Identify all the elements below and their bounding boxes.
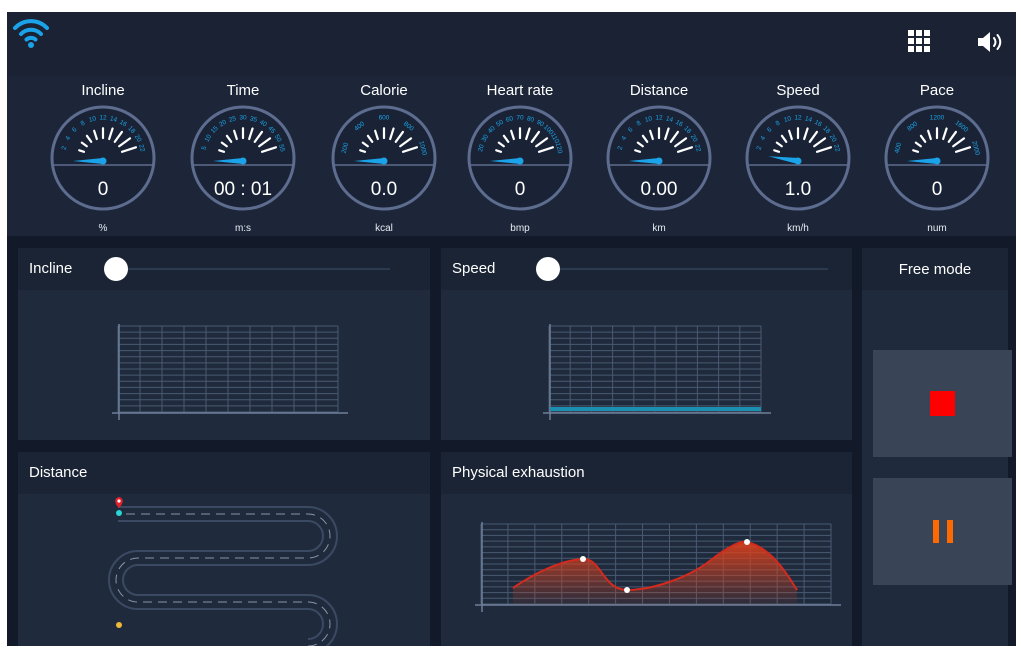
gauge-unit: km (652, 223, 666, 234)
volume-icon[interactable] (976, 31, 1004, 53)
mode-header: Free mode (862, 248, 1008, 290)
gauge-speed: Speed 2 4 6 8 10 12 14 16 18 20 22 1.0 km/h (733, 76, 863, 236)
gauge-pace: Pace 400 800 1200 1600 2000 0 num (872, 76, 1002, 236)
gauge-value: 0.0 (370, 179, 398, 200)
gauge-tick (359, 149, 367, 153)
grid-menu-icon[interactable] (907, 29, 931, 53)
speed-slider-thumb[interactable] (536, 257, 560, 281)
gauge-strip: Incline 2 4 6 8 10 12 14 16 18 20 22 0 % Time 5 10 1… (7, 76, 1016, 236)
gauge-title: Heart rate (486, 82, 554, 99)
gauge-hub (239, 157, 247, 165)
speed-panel: Speed (441, 248, 852, 440)
gauge-title: Calorie (360, 82, 408, 99)
gauge-value: 0 (931, 179, 943, 200)
gauge-scale-label: 30 (239, 115, 247, 122)
track-path (108, 506, 338, 646)
panel-title: Physical exhaustion (452, 464, 585, 481)
gauge-unit: m:s (234, 223, 252, 234)
gauge-unit: num (927, 223, 947, 234)
gauge-tick (634, 149, 642, 153)
curve-point (580, 556, 586, 562)
gauge-unit: bmp (510, 223, 530, 234)
gauge-heart-rate: Heart rate 20 30 40 50 60 70 80 90 100 110 120 0 b… (455, 76, 585, 236)
distance-panel: Distance (18, 452, 430, 646)
gauge-tick (912, 149, 920, 153)
gauge-hub (933, 157, 941, 165)
speed-level-bar (550, 407, 761, 411)
curve-point (744, 539, 750, 545)
gauge-value: 0 (97, 179, 109, 200)
curve-point (624, 587, 630, 593)
incline-panel: Incline (18, 248, 430, 440)
panel-title: Incline (29, 260, 73, 277)
stop-button[interactable] (873, 350, 1012, 457)
gauge-title: Time (226, 82, 260, 99)
gauge-value: 1.0 (784, 179, 812, 200)
gauge-scale-label: 70 (516, 115, 524, 122)
gauge-title: Distance (629, 82, 689, 99)
speed-slider-track[interactable] (546, 268, 828, 270)
distance-track (108, 497, 338, 646)
wifi-icon[interactable] (11, 14, 51, 50)
gauge-value: 0 (514, 179, 526, 200)
gauge-time: Time 5 10 15 20 25 30 35 40 45 50 55 00 : 01 m:s (178, 76, 308, 236)
exhaustion-panel: Physical exhaustion (441, 452, 852, 646)
gauge-tick (78, 149, 86, 153)
incline-slider-thumb[interactable] (104, 257, 128, 281)
panel-title: Distance (29, 464, 88, 481)
gauge-unit: km/h (787, 223, 809, 234)
treadmill-screen: Incline 2 4 6 8 10 12 14 16 18 20 22 0 % Time 5 10 1… (7, 12, 1016, 646)
track-end-dot (116, 622, 122, 628)
gauge-hub (99, 157, 107, 165)
exhaustion-area (513, 541, 797, 605)
gauge-distance: Distance 2 4 6 8 10 12 14 16 18 20 22 0.00 km (594, 76, 724, 236)
gauge-calorie: Calorie 200 400 600 800 1000 0.0 kcal (319, 76, 449, 236)
speed-chart (543, 324, 771, 420)
gauge-tick (495, 149, 503, 153)
track-inner (110, 508, 336, 646)
gauge-hub (380, 157, 388, 165)
gauge-title: Incline (81, 82, 125, 99)
gauge-hub (794, 157, 802, 165)
gauge-tick (218, 149, 226, 153)
gauge-value: 00 : 01 (213, 179, 273, 200)
incline-chart (112, 324, 348, 420)
gauge-hub (516, 157, 524, 165)
panel-header: Physical exhaustion (441, 452, 852, 494)
panel-header: Speed (441, 248, 852, 290)
gauge-title: Pace (919, 82, 955, 99)
mode-title: Free mode (898, 261, 972, 278)
gauge-scale-label: 600 (379, 115, 390, 122)
gauge-value: 0.00 (640, 179, 678, 200)
panel-header: Incline (18, 248, 430, 290)
panel-header: Distance (18, 452, 430, 494)
top-bar (7, 12, 1016, 76)
exhaustion-chart (475, 522, 841, 612)
gauge-unit: kcal (375, 223, 393, 234)
gauge-scale-label: 12 (655, 115, 663, 122)
track-start-dot (116, 510, 122, 516)
gauge-tick (773, 149, 781, 153)
pause-icon (933, 520, 953, 543)
gauge-title: Speed (776, 82, 820, 99)
panel-title: Speed (452, 260, 496, 277)
gauge-incline: Incline 2 4 6 8 10 12 14 16 18 20 22 0 % (38, 76, 168, 236)
track-lane (115, 513, 331, 646)
gauge-unit: % (98, 223, 108, 234)
gauge-scale-label: 1200 (930, 115, 945, 122)
pause-button[interactable] (873, 478, 1012, 585)
gauge-hub (655, 157, 663, 165)
gauge-scale-label: 12 (794, 115, 802, 122)
gauge-scale-label: 12 (99, 115, 107, 122)
stop-icon (930, 391, 955, 416)
mode-panel: Free mode (862, 248, 1012, 646)
incline-slider-track[interactable] (116, 268, 390, 270)
